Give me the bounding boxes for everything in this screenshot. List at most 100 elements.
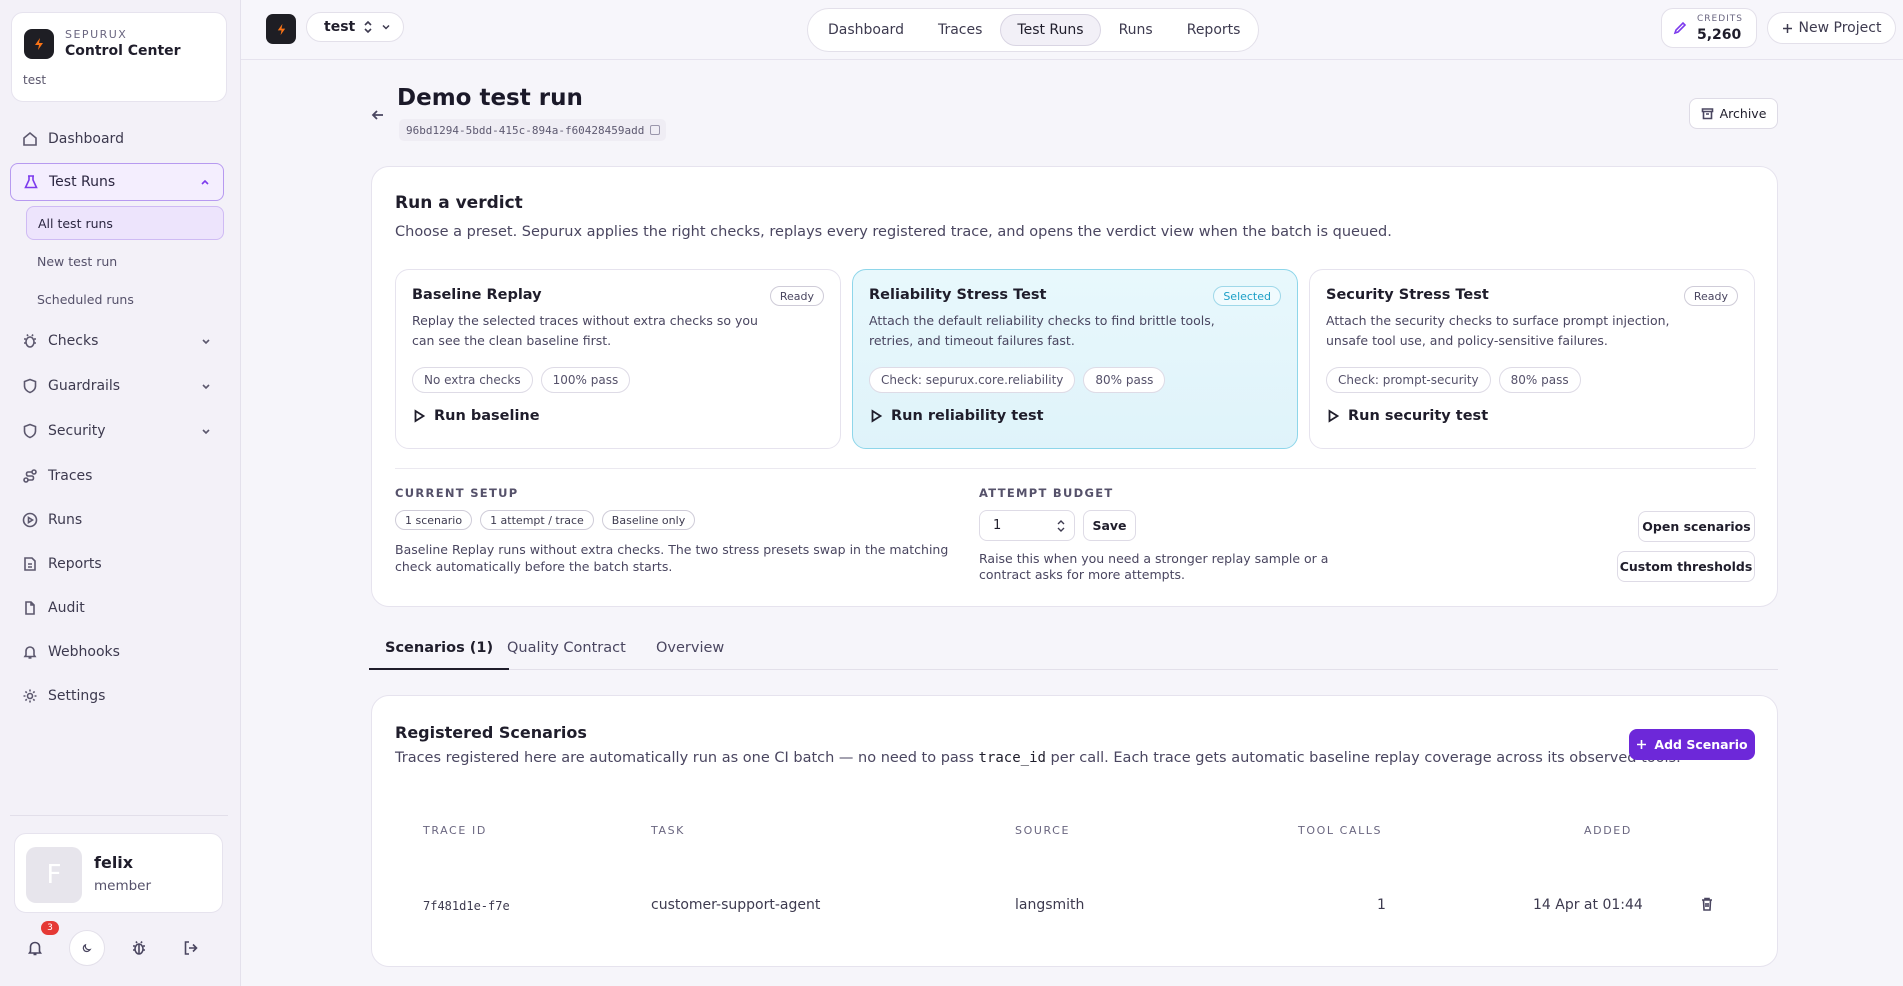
topnav-traces[interactable]: Traces <box>922 14 998 46</box>
logo-icon <box>24 29 54 59</box>
home-icon <box>23 131 37 146</box>
notifications-button[interactable] <box>17 930 53 966</box>
topnav-reports[interactable]: Reports <box>1171 14 1257 46</box>
run-verdict-card: Run a verdict Choose a preset. Sepurux a… <box>371 166 1778 607</box>
delete-scenario-button[interactable] <box>1699 896 1715 912</box>
cell-trace-id[interactable]: 7f481d1e-f7e <box>423 899 510 913</box>
topnav-test-runs[interactable]: Test Runs <box>1000 14 1101 46</box>
tab-quality-contract[interactable]: Quality Contract <box>491 640 642 670</box>
run-id-badge[interactable]: 96bd1294-5bdd-415c-894a-f60428459add <box>399 119 667 141</box>
current-setup-label: CURRENT SETUP <box>395 486 519 500</box>
run-security-test-button[interactable]: Run security test <box>1326 408 1488 424</box>
archive-label: Archive <box>1719 106 1767 121</box>
sidebar-item-settings[interactable]: Settings <box>10 678 224 714</box>
copy-icon[interactable] <box>650 125 661 135</box>
gear-icon <box>23 689 37 703</box>
run-reliability-test-button[interactable]: Run reliability test <box>869 408 1044 424</box>
logout-icon <box>184 941 198 955</box>
setup-chip: 1 attempt / trace <box>480 510 594 530</box>
preset-chip: 100% pass <box>540 367 631 393</box>
preset-description: Attach the security checks to surface pr… <box>1326 313 1670 348</box>
add-scenario-button[interactable]: Add Scenario <box>1629 729 1755 760</box>
play-icon <box>1328 409 1340 423</box>
sidebar-item-reports[interactable]: Reports <box>10 546 224 582</box>
sidebar-item-label: Security <box>48 423 106 439</box>
brand-card[interactable]: SEPURUX Control Center test <box>11 12 227 102</box>
credits-badge[interactable]: CREDITS 5,260 <box>1661 8 1757 48</box>
sidebar-item-label: Webhooks <box>48 644 120 660</box>
sidebar-item-dashboard[interactable]: Dashboard <box>10 121 224 157</box>
chevron-down-icon <box>382 24 390 30</box>
scenarios-title: Registered Scenarios <box>395 723 587 742</box>
cell-added: 14 Apr at 01:44 <box>1533 897 1643 913</box>
save-budget-button[interactable]: Save <box>1083 510 1136 541</box>
stepper-icon[interactable] <box>1056 519 1066 533</box>
sidebar-item-traces[interactable]: Traces <box>10 458 224 494</box>
new-project-button[interactable]: New Project <box>1767 12 1896 44</box>
sidebar-item-label: Checks <box>48 333 99 349</box>
debug-button[interactable] <box>121 930 157 966</box>
run-label: Run reliability test <box>891 408 1044 424</box>
preset-description: Replay the selected traces without extra… <box>412 313 758 348</box>
sidebar-item-label: Dashboard <box>48 131 124 147</box>
preset-security-stress-test[interactable]: Security Stress Test Ready Attach the se… <box>1309 269 1755 449</box>
setup-chip: Baseline only <box>601 510 696 530</box>
preset-chip: Check: sepurux.core.reliability <box>869 367 1076 393</box>
sidebar-item-label: Test Runs <box>49 174 116 190</box>
sidebar-item-security[interactable]: Security <box>10 413 224 449</box>
bell-icon <box>23 646 37 659</box>
plus-icon <box>1637 740 1647 749</box>
sidebar-item-runs[interactable]: Runs <box>10 502 224 538</box>
sidebar-item-webhooks[interactable]: Webhooks <box>10 634 224 670</box>
back-button[interactable] <box>367 104 389 126</box>
page-title: Demo test run <box>397 85 583 111</box>
sidebar-item-audit[interactable]: Audit <box>10 590 224 626</box>
sidebar-item-label: Guardrails <box>48 378 121 394</box>
add-scenario-label: Add Scenario <box>1654 737 1748 752</box>
preset-title: Security Stress Test <box>1326 287 1489 303</box>
topnav-dashboard[interactable]: Dashboard <box>812 14 920 46</box>
sidebar-item-test-runs[interactable]: Test Runs <box>10 163 224 201</box>
trash-icon <box>1702 897 1712 911</box>
preset-status-badge: Selected <box>1213 286 1281 306</box>
play-icon <box>414 409 426 423</box>
run-baseline-button[interactable]: Run baseline <box>412 408 540 424</box>
play-icon <box>871 409 883 423</box>
new-project-label: New Project <box>1798 20 1882 36</box>
cell-source: langsmith <box>1015 897 1085 913</box>
preset-status-badge: Ready <box>1683 286 1738 306</box>
logout-button[interactable] <box>173 930 209 966</box>
sidebar-item-checks[interactable]: Checks <box>10 323 224 359</box>
topnav-runs[interactable]: Runs <box>1103 14 1169 46</box>
verdict-description: Choose a preset. Sepurux applies the rig… <box>395 224 1392 240</box>
verdict-title: Run a verdict <box>395 193 523 213</box>
attempt-budget-input[interactable]: 1 <box>979 510 1075 541</box>
sidebar-subitem-all-test-runs[interactable]: All test runs <box>26 206 224 240</box>
sidebar-subitem-scheduled-runs[interactable]: Scheduled runs <box>26 282 224 316</box>
attempt-budget-label: ATTEMPT BUDGET <box>979 486 1114 500</box>
tab-scenarios[interactable]: Scenarios (1) <box>369 640 510 670</box>
bug-icon <box>24 334 36 348</box>
custom-thresholds-button[interactable]: Custom thresholds <box>1617 551 1755 582</box>
chevron-up-icon <box>201 179 209 185</box>
column-header-trace-id: TRACE ID <box>423 824 487 837</box>
theme-toggle-button[interactable] <box>69 930 105 966</box>
archive-button[interactable]: Archive <box>1689 98 1778 129</box>
user-name: felix <box>94 853 134 872</box>
report-icon <box>24 557 36 571</box>
user-card[interactable]: F felix member <box>14 833 223 913</box>
sidebar-item-label: Audit <box>48 600 85 616</box>
project-selector[interactable]: test <box>306 12 404 42</box>
preset-reliability-stress-test[interactable]: Reliability Stress Test Selected Attach … <box>852 269 1298 449</box>
chevron-down-icon <box>202 339 210 345</box>
document-icon <box>25 601 35 615</box>
preset-status-badge: Ready <box>769 286 824 306</box>
open-scenarios-button[interactable]: Open scenarios <box>1638 511 1755 542</box>
tab-overview[interactable]: Overview <box>640 640 740 670</box>
preset-title: Baseline Replay <box>412 287 542 303</box>
preset-baseline-replay[interactable]: Baseline Replay Ready Replay the selecte… <box>395 269 841 449</box>
sidebar-subitem-new-test-run[interactable]: New test run <box>26 244 224 278</box>
column-header-source: SOURCE <box>1015 824 1071 837</box>
sidebar-item-guardrails[interactable]: Guardrails <box>10 368 224 404</box>
bell-icon <box>28 941 42 956</box>
